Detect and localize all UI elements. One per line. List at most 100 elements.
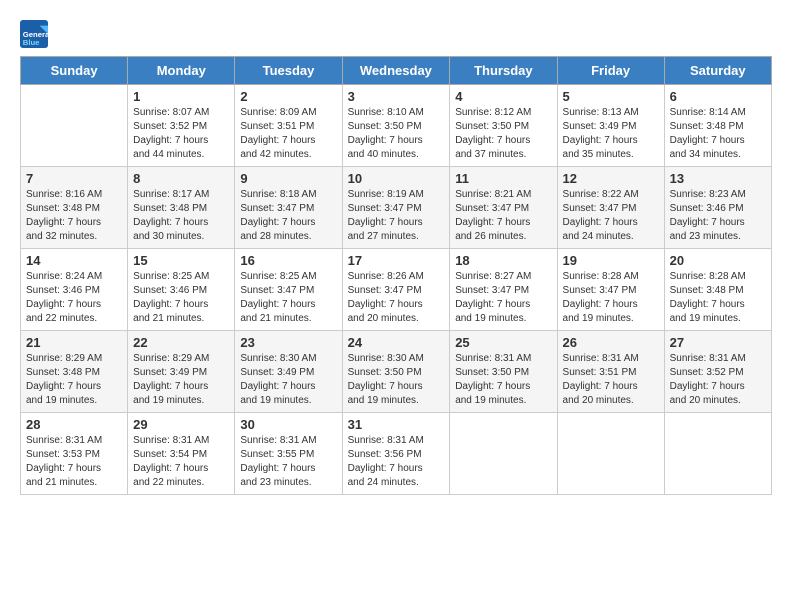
day-cell: 30 Sunrise: 8:31 AMSunset: 3:55 PMDayligh… [235,413,342,495]
day-number: 12 [563,171,659,186]
logo-icon: General Blue [20,20,48,48]
day-cell [450,413,557,495]
day-cell: 28 Sunrise: 8:31 AMSunset: 3:53 PMDayligh… [21,413,128,495]
day-header-monday: Monday [128,57,235,85]
day-info: Sunrise: 8:30 AMSunset: 3:49 PMDaylight:… [240,352,336,408]
day-number: 22 [133,335,229,350]
day-info: Sunrise: 8:23 AMSunset: 3:46 PMDaylight:… [670,188,766,244]
day-info: Sunrise: 8:31 AMSunset: 3:56 PMDaylight:… [348,434,445,490]
day-info: Sunrise: 8:21 AMSunset: 3:47 PMDaylight:… [455,188,551,244]
day-number: 27 [670,335,766,350]
day-cell: 10 Sunrise: 8:19 AMSunset: 3:47 PMDayligh… [342,167,450,249]
day-info: Sunrise: 8:26 AMSunset: 3:47 PMDaylight:… [348,270,445,326]
day-cell: 1Sunrise: 8:07 AMSunset: 3:52 PMDaylight… [128,85,235,167]
day-cell: 7Sunrise: 8:16 AMSunset: 3:48 PMDaylight… [21,167,128,249]
day-cell: 15 Sunrise: 8:25 AMSunset: 3:46 PMDayligh… [128,249,235,331]
day-info: Sunrise: 8:29 AMSunset: 3:48 PMDaylight:… [26,352,122,408]
day-cell: 5 Sunrise: 8:13 AMSunset: 3:49 PMDaylight… [557,85,664,167]
day-number: 2 [240,89,336,104]
week-row-3: 14Sunrise: 8:24 AMSunset: 3:46 PMDayligh… [21,249,772,331]
day-info: Sunrise: 8:31 AMSunset: 3:50 PMDaylight:… [455,352,551,408]
day-number: 15 [133,253,229,268]
day-cell: 3 Sunrise: 8:10 AMSunset: 3:50 PMDaylight… [342,85,450,167]
week-row-1: 1Sunrise: 8:07 AMSunset: 3:52 PMDaylight… [21,85,772,167]
day-info: Sunrise: 8:25 AMSunset: 3:47 PMDaylight:… [240,270,336,326]
day-info: Sunrise: 8:31 AMSunset: 3:53 PMDaylight:… [26,434,122,490]
day-cell: 23 Sunrise: 8:30 AMSunset: 3:49 PMDayligh… [235,331,342,413]
day-info: Sunrise: 8:28 AMSunset: 3:48 PMDaylight:… [670,270,766,326]
header: General Blue [20,20,772,48]
day-number: 5 [563,89,659,104]
day-info: Sunrise: 8:18 AMSunset: 3:47 PMDaylight:… [240,188,336,244]
day-number: 6 [670,89,766,104]
day-cell: 19Sunrise: 8:28 AMSunset: 3:47 PMDayligh… [557,249,664,331]
week-row-5: 28 Sunrise: 8:31 AMSunset: 3:53 PMDayligh… [21,413,772,495]
week-row-2: 7Sunrise: 8:16 AMSunset: 3:48 PMDaylight… [21,167,772,249]
day-cell: 12 Sunrise: 8:22 AMSunset: 3:47 PMDayligh… [557,167,664,249]
day-cell: 31Sunrise: 8:31 AMSunset: 3:56 PMDayligh… [342,413,450,495]
day-info: Sunrise: 8:31 AMSunset: 3:52 PMDaylight:… [670,352,766,408]
day-number: 4 [455,89,551,104]
day-number: 16 [240,253,336,268]
day-info: Sunrise: 8:27 AMSunset: 3:47 PMDaylight:… [455,270,551,326]
day-number: 24 [348,335,445,350]
day-number: 17 [348,253,445,268]
day-number: 13 [670,171,766,186]
day-info: Sunrise: 8:16 AMSunset: 3:48 PMDaylight:… [26,188,122,244]
day-info: Sunrise: 8:31 AMSunset: 3:55 PMDaylight:… [240,434,336,490]
day-number: 23 [240,335,336,350]
day-info: Sunrise: 8:22 AMSunset: 3:47 PMDaylight:… [563,188,659,244]
day-info: Sunrise: 8:19 AMSunset: 3:47 PMDaylight:… [348,188,445,244]
day-cell: 29Sunrise: 8:31 AMSunset: 3:54 PMDayligh… [128,413,235,495]
day-info: Sunrise: 8:14 AMSunset: 3:48 PMDaylight:… [670,106,766,162]
day-cell: 26 Sunrise: 8:31 AMSunset: 3:51 PMDayligh… [557,331,664,413]
svg-text:Blue: Blue [23,38,40,47]
day-number: 25 [455,335,551,350]
day-cell: 8 Sunrise: 8:17 AMSunset: 3:48 PMDaylight… [128,167,235,249]
logo: General Blue [20,20,50,48]
week-row-4: 21 Sunrise: 8:29 AMSunset: 3:48 PMDayligh… [21,331,772,413]
day-info: Sunrise: 8:25 AMSunset: 3:46 PMDaylight:… [133,270,229,326]
day-info: Sunrise: 8:10 AMSunset: 3:50 PMDaylight:… [348,106,445,162]
day-cell: 20 Sunrise: 8:28 AMSunset: 3:48 PMDayligh… [664,249,771,331]
day-cell: 17 Sunrise: 8:26 AMSunset: 3:47 PMDayligh… [342,249,450,331]
day-number: 8 [133,171,229,186]
day-number: 18 [455,253,551,268]
day-cell: 22Sunrise: 8:29 AMSunset: 3:49 PMDayligh… [128,331,235,413]
day-number: 11 [455,171,551,186]
day-number: 10 [348,171,445,186]
day-number: 30 [240,417,336,432]
day-header-saturday: Saturday [664,57,771,85]
day-info: Sunrise: 8:09 AMSunset: 3:51 PMDaylight:… [240,106,336,162]
day-number: 26 [563,335,659,350]
day-cell: 24 Sunrise: 8:30 AMSunset: 3:50 PMDayligh… [342,331,450,413]
day-number: 20 [670,253,766,268]
day-cell [21,85,128,167]
day-cell: 21 Sunrise: 8:29 AMSunset: 3:48 PMDayligh… [21,331,128,413]
day-info: Sunrise: 8:17 AMSunset: 3:48 PMDaylight:… [133,188,229,244]
day-number: 21 [26,335,122,350]
day-header-tuesday: Tuesday [235,57,342,85]
day-info: Sunrise: 8:13 AMSunset: 3:49 PMDaylight:… [563,106,659,162]
header-row: SundayMondayTuesdayWednesdayThursdayFrid… [21,57,772,85]
day-cell [664,413,771,495]
day-cell: 6 Sunrise: 8:14 AMSunset: 3:48 PMDaylight… [664,85,771,167]
calendar-table: SundayMondayTuesdayWednesdayThursdayFrid… [20,56,772,495]
day-cell: 18 Sunrise: 8:27 AMSunset: 3:47 PMDayligh… [450,249,557,331]
calendar-body: 1Sunrise: 8:07 AMSunset: 3:52 PMDaylight… [21,85,772,495]
day-cell: 4Sunrise: 8:12 AMSunset: 3:50 PMDaylight… [450,85,557,167]
day-info: Sunrise: 8:30 AMSunset: 3:50 PMDaylight:… [348,352,445,408]
day-info: Sunrise: 8:07 AMSunset: 3:52 PMDaylight:… [133,106,229,162]
day-cell: 27 Sunrise: 8:31 AMSunset: 3:52 PMDayligh… [664,331,771,413]
day-header-wednesday: Wednesday [342,57,450,85]
day-header-thursday: Thursday [450,57,557,85]
day-number: 28 [26,417,122,432]
svg-text:General: General [23,30,48,39]
day-info: Sunrise: 8:24 AMSunset: 3:46 PMDaylight:… [26,270,122,326]
day-number: 3 [348,89,445,104]
day-cell: 11 Sunrise: 8:21 AMSunset: 3:47 PMDayligh… [450,167,557,249]
day-info: Sunrise: 8:31 AMSunset: 3:51 PMDaylight:… [563,352,659,408]
day-info: Sunrise: 8:28 AMSunset: 3:47 PMDaylight:… [563,270,659,326]
day-cell [557,413,664,495]
day-cell: 25 Sunrise: 8:31 AMSunset: 3:50 PMDayligh… [450,331,557,413]
